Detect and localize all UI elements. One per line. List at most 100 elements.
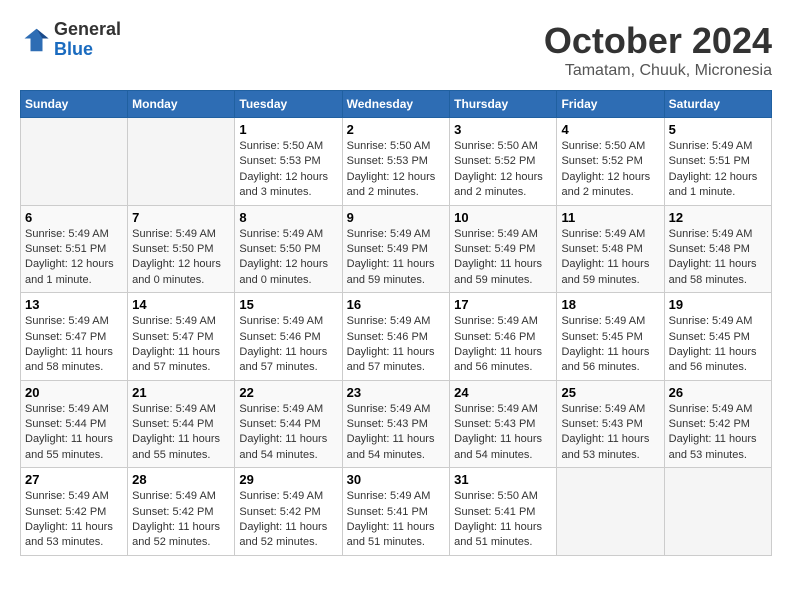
day-number: 17 <box>454 297 552 312</box>
calendar-table: SundayMondayTuesdayWednesdayThursdayFrid… <box>20 90 772 556</box>
day-info: Sunrise: 5:49 AM Sunset: 5:44 PM Dayligh… <box>239 402 337 464</box>
calendar-cell: 20 Sunrise: 5:49 AM Sunset: 5:44 PM Dayli… <box>21 380 128 468</box>
day-number: 13 <box>25 297 123 312</box>
logo-icon <box>20 25 50 55</box>
day-number: 16 <box>347 297 446 312</box>
day-number: 6 <box>25 210 123 225</box>
calendar-cell: 14 Sunrise: 5:49 AM Sunset: 5:47 PM Dayli… <box>128 293 235 381</box>
calendar-week-row: 20 Sunrise: 5:49 AM Sunset: 5:44 PM Dayli… <box>21 380 772 468</box>
page-header: General Blue October 2024 Tamatam, Chuuk… <box>20 20 772 80</box>
weekday-header: Thursday <box>450 91 557 118</box>
day-number: 30 <box>347 472 446 487</box>
day-number: 31 <box>454 472 552 487</box>
day-info: Sunrise: 5:50 AM Sunset: 5:52 PM Dayligh… <box>454 139 552 201</box>
day-info: Sunrise: 5:49 AM Sunset: 5:47 PM Dayligh… <box>132 314 230 376</box>
day-number: 23 <box>347 385 446 400</box>
day-info: Sunrise: 5:49 AM Sunset: 5:48 PM Dayligh… <box>561 227 659 289</box>
day-info: Sunrise: 5:49 AM Sunset: 5:44 PM Dayligh… <box>132 402 230 464</box>
day-number: 24 <box>454 385 552 400</box>
day-info: Sunrise: 5:49 AM Sunset: 5:47 PM Dayligh… <box>25 314 123 376</box>
calendar-cell: 21 Sunrise: 5:49 AM Sunset: 5:44 PM Dayli… <box>128 380 235 468</box>
weekday-header: Friday <box>557 91 664 118</box>
day-number: 9 <box>347 210 446 225</box>
calendar-cell <box>664 468 771 556</box>
calendar-cell: 18Sunrise: 5:49 AM Sunset: 5:45 PM Dayli… <box>557 293 664 381</box>
calendar-week-row: 1 Sunrise: 5:50 AM Sunset: 5:53 PM Daylig… <box>21 118 772 206</box>
day-number: 25 <box>561 385 659 400</box>
day-number: 19 <box>669 297 767 312</box>
day-info: Sunrise: 5:49 AM Sunset: 5:43 PM Dayligh… <box>454 402 552 464</box>
day-number: 21 <box>132 385 230 400</box>
calendar-cell: 28Sunrise: 5:49 AM Sunset: 5:42 PM Dayli… <box>128 468 235 556</box>
day-info: Sunrise: 5:49 AM Sunset: 5:49 PM Dayligh… <box>347 227 446 289</box>
weekday-header: Sunday <box>21 91 128 118</box>
day-number: 4 <box>561 122 659 137</box>
day-number: 18 <box>561 297 659 312</box>
calendar-cell: 8 Sunrise: 5:49 AM Sunset: 5:50 PM Daylig… <box>235 205 342 293</box>
calendar-cell: 31 Sunrise: 5:50 AM Sunset: 5:41 PM Dayli… <box>450 468 557 556</box>
calendar-cell: 10Sunrise: 5:49 AM Sunset: 5:49 PM Dayli… <box>450 205 557 293</box>
day-info: Sunrise: 5:49 AM Sunset: 5:42 PM Dayligh… <box>132 489 230 551</box>
logo: General Blue <box>20 20 121 60</box>
calendar-cell: 1 Sunrise: 5:50 AM Sunset: 5:53 PM Daylig… <box>235 118 342 206</box>
calendar-cell <box>557 468 664 556</box>
calendar-week-row: 6Sunrise: 5:49 AM Sunset: 5:51 PM Daylig… <box>21 205 772 293</box>
calendar-header-row: SundayMondayTuesdayWednesdayThursdayFrid… <box>21 91 772 118</box>
calendar-cell: 15 Sunrise: 5:49 AM Sunset: 5:46 PM Dayli… <box>235 293 342 381</box>
calendar-cell: 12 Sunrise: 5:49 AM Sunset: 5:48 PM Dayli… <box>664 205 771 293</box>
day-number: 22 <box>239 385 337 400</box>
calendar-cell: 29Sunrise: 5:49 AM Sunset: 5:42 PM Dayli… <box>235 468 342 556</box>
calendar-cell: 22 Sunrise: 5:49 AM Sunset: 5:44 PM Dayli… <box>235 380 342 468</box>
day-info: Sunrise: 5:49 AM Sunset: 5:44 PM Dayligh… <box>25 402 123 464</box>
day-number: 11 <box>561 210 659 225</box>
day-info: Sunrise: 5:49 AM Sunset: 5:46 PM Dayligh… <box>239 314 337 376</box>
calendar-cell: 30 Sunrise: 5:49 AM Sunset: 5:41 PM Dayli… <box>342 468 450 556</box>
weekday-header: Wednesday <box>342 91 450 118</box>
calendar-cell: 6Sunrise: 5:49 AM Sunset: 5:51 PM Daylig… <box>21 205 128 293</box>
day-info: Sunrise: 5:49 AM Sunset: 5:49 PM Dayligh… <box>454 227 552 289</box>
day-info: Sunrise: 5:49 AM Sunset: 5:51 PM Dayligh… <box>669 139 767 201</box>
calendar-cell: 24 Sunrise: 5:49 AM Sunset: 5:43 PM Dayli… <box>450 380 557 468</box>
calendar-cell: 7Sunrise: 5:49 AM Sunset: 5:50 PM Daylig… <box>128 205 235 293</box>
day-info: Sunrise: 5:49 AM Sunset: 5:46 PM Dayligh… <box>454 314 552 376</box>
calendar-cell <box>21 118 128 206</box>
day-info: Sunrise: 5:49 AM Sunset: 5:42 PM Dayligh… <box>25 489 123 551</box>
weekday-header: Saturday <box>664 91 771 118</box>
day-number: 5 <box>669 122 767 137</box>
calendar-cell: 19Sunrise: 5:49 AM Sunset: 5:45 PM Dayli… <box>664 293 771 381</box>
calendar-cell: 25 Sunrise: 5:49 AM Sunset: 5:43 PM Dayli… <box>557 380 664 468</box>
day-info: Sunrise: 5:49 AM Sunset: 5:46 PM Dayligh… <box>347 314 446 376</box>
day-number: 27 <box>25 472 123 487</box>
calendar-cell: 3Sunrise: 5:50 AM Sunset: 5:52 PM Daylig… <box>450 118 557 206</box>
day-info: Sunrise: 5:49 AM Sunset: 5:50 PM Dayligh… <box>239 227 337 289</box>
calendar-cell: 5 Sunrise: 5:49 AM Sunset: 5:51 PM Daylig… <box>664 118 771 206</box>
calendar-cell: 27 Sunrise: 5:49 AM Sunset: 5:42 PM Dayli… <box>21 468 128 556</box>
day-number: 2 <box>347 122 446 137</box>
day-info: Sunrise: 5:49 AM Sunset: 5:50 PM Dayligh… <box>132 227 230 289</box>
day-number: 1 <box>239 122 337 137</box>
day-number: 14 <box>132 297 230 312</box>
calendar-cell: 13 Sunrise: 5:49 AM Sunset: 5:47 PM Dayli… <box>21 293 128 381</box>
calendar-subtitle: Tamatam, Chuuk, Micronesia <box>544 62 772 80</box>
logo-text: General Blue <box>54 20 121 60</box>
day-info: Sunrise: 5:50 AM Sunset: 5:53 PM Dayligh… <box>347 139 446 201</box>
day-info: Sunrise: 5:49 AM Sunset: 5:43 PM Dayligh… <box>561 402 659 464</box>
day-number: 26 <box>669 385 767 400</box>
day-info: Sunrise: 5:50 AM Sunset: 5:53 PM Dayligh… <box>239 139 337 201</box>
day-info: Sunrise: 5:49 AM Sunset: 5:48 PM Dayligh… <box>669 227 767 289</box>
calendar-cell: 11 Sunrise: 5:49 AM Sunset: 5:48 PM Dayli… <box>557 205 664 293</box>
day-info: Sunrise: 5:50 AM Sunset: 5:52 PM Dayligh… <box>561 139 659 201</box>
day-info: Sunrise: 5:49 AM Sunset: 5:41 PM Dayligh… <box>347 489 446 551</box>
day-number: 12 <box>669 210 767 225</box>
day-number: 20 <box>25 385 123 400</box>
calendar-cell: 23 Sunrise: 5:49 AM Sunset: 5:43 PM Dayli… <box>342 380 450 468</box>
day-info: Sunrise: 5:50 AM Sunset: 5:41 PM Dayligh… <box>454 489 552 551</box>
day-info: Sunrise: 5:49 AM Sunset: 5:42 PM Dayligh… <box>239 489 337 551</box>
title-block: October 2024 Tamatam, Chuuk, Micronesia <box>544 20 772 80</box>
weekday-header: Tuesday <box>235 91 342 118</box>
calendar-cell: 26Sunrise: 5:49 AM Sunset: 5:42 PM Dayli… <box>664 380 771 468</box>
calendar-week-row: 27 Sunrise: 5:49 AM Sunset: 5:42 PM Dayli… <box>21 468 772 556</box>
day-number: 8 <box>239 210 337 225</box>
day-info: Sunrise: 5:49 AM Sunset: 5:43 PM Dayligh… <box>347 402 446 464</box>
day-number: 15 <box>239 297 337 312</box>
